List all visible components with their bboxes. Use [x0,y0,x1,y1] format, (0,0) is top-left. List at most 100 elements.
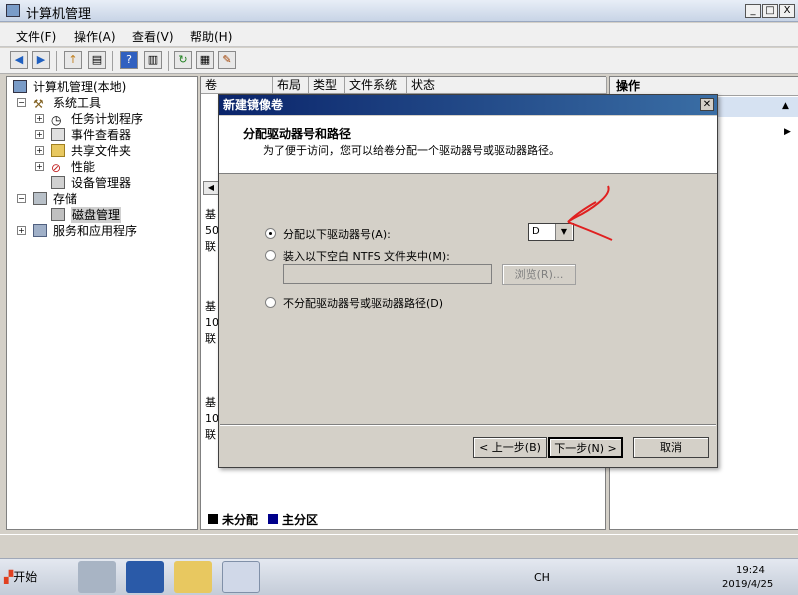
services-icon [33,224,47,237]
powershell-icon[interactable] [126,561,164,593]
wizard-subtitle: 为了便于访问，您可以给卷分配一个驱动器号或驱动器路径。 [263,144,560,157]
scroll-left-icon[interactable]: ◀ [203,181,219,195]
console-tree: 计算机管理(本地) − ⚒ 系统工具 + ◷ 任务计划程序 + 事件查看器 + … [6,76,198,530]
red-annotation-arrow [567,185,613,241]
tree-label: 磁盘管理 [71,207,122,223]
clock-time[interactable]: 19:24 [736,565,765,576]
taskbar: ▞开始 CH 19:24 2019/4/25 [0,558,798,595]
primary-swatch [268,514,278,524]
tree-label: 计算机管理(本地) [33,80,127,94]
tools-icon: ⚒ [33,97,44,111]
back-button[interactable]: < 上一步(B) [473,437,547,458]
column-status[interactable]: 状态 [407,77,607,94]
browse-button[interactable]: 浏览(R)... [502,264,576,285]
tree-label: 性能 [71,160,96,174]
menu-view[interactable]: 查看(V) [132,28,174,45]
clock-icon: ◷ [51,113,62,127]
event-viewer-icon [51,128,65,141]
properties-icon[interactable]: ▦ [196,51,214,69]
menu-file[interactable]: 文件(F) [16,28,56,45]
disk-row[interactable]: 基 50 联 [205,207,219,255]
disk-status: 联 [205,240,216,253]
menu-help[interactable]: 帮助(H) [190,28,232,45]
storage-icon [33,192,47,205]
start-button[interactable]: ▞开始 [4,565,52,589]
expand-icon[interactable]: + [35,146,44,155]
back-arrow-icon[interactable]: ◀ [10,51,28,69]
disk-size: 50 [205,224,219,237]
dialog-title: 新建镜像卷 [223,98,284,112]
tree-label: 服务和应用程序 [53,224,138,238]
action-pane-icon[interactable]: ▥ [144,51,162,69]
tree-label: 系统工具 [53,96,102,110]
expand-icon[interactable]: + [35,162,44,171]
drive-letter-value: D [532,226,540,237]
explorer-icon[interactable] [174,561,212,593]
refresh-icon[interactable]: ↻ [174,51,192,69]
column-type[interactable]: 类型 [309,77,345,94]
disk-label: 基 [205,300,216,313]
wizard-header: 分配驱动器号和路径 为了便于访问，您可以给卷分配一个驱动器号或驱动器路径。 [219,116,717,174]
tree-label: 共享文件夹 [71,144,132,158]
disk-label: 基 [205,396,216,409]
tree-label: 存储 [53,192,78,206]
tree-label: 任务计划程序 [71,112,144,126]
dialog-separator [220,424,716,426]
expand-icon[interactable]: + [17,226,26,235]
collapse-icon[interactable]: − [17,194,26,203]
minimize-button[interactable]: _ [745,4,761,18]
disk-status: 联 [205,332,216,345]
unallocated-swatch [208,514,218,524]
disk-size: 10 [205,316,219,329]
menu-action[interactable]: 操作(A) [74,28,116,45]
disk-row[interactable]: 基 10 联 [205,299,219,347]
cancel-button[interactable]: 取消 [633,437,709,458]
no-letter-label[interactable]: 不分配驱动器号或驱动器路径(D) [283,295,443,311]
folder-icon [51,144,65,157]
disk-status: 联 [205,428,216,441]
computer-icon [13,80,27,93]
more-actions-icon[interactable]: ▶ [784,127,791,137]
next-button[interactable]: 下一步(N) > [548,437,623,458]
expand-icon[interactable]: + [35,130,44,139]
column-volume[interactable]: 卷 [201,77,273,94]
dialog-title-bar: 新建镜像卷 ✕ [219,95,717,115]
help-icon[interactable]: ? [120,51,138,69]
assign-letter-label[interactable]: 分配以下驱动器号(A): [283,226,391,242]
new-mirrored-volume-dialog: 新建镜像卷 ✕ 分配驱动器号和路径 为了便于访问，您可以给卷分配一个驱动器号或驱… [218,94,718,468]
server-manager-icon[interactable] [78,561,116,593]
status-bar [0,534,798,556]
toolbar-separator [56,51,57,71]
collapse-arrow-icon[interactable]: ▲ [782,101,789,111]
console-tree-icon[interactable]: ▤ [88,51,106,69]
assign-letter-radio[interactable] [265,228,276,239]
legend-unallocated: 未分配 [222,513,259,527]
folder-path-input[interactable] [283,264,492,284]
collapse-icon[interactable]: − [17,98,26,107]
dialog-close-icon[interactable]: ✕ [700,98,714,111]
language-indicator[interactable]: CH [534,571,550,584]
disk-label: 基 [205,208,216,221]
clock-date[interactable]: 2019/4/25 [722,579,773,590]
disk-row[interactable]: 基 10 联 [205,395,219,443]
export-icon[interactable]: ✎ [218,51,236,69]
performance-icon: ⊘ [51,161,62,175]
computer-management-taskbar-icon[interactable] [222,561,260,593]
maximize-button[interactable]: □ [762,4,778,18]
window-title: 计算机管理 [26,7,92,22]
forward-arrow-icon[interactable]: ▶ [32,51,50,69]
up-folder-icon[interactable]: ↑ [64,51,82,69]
tree-label: 事件查看器 [71,128,132,142]
menu-bar: 文件(F) 操作(A) 查看(V) 帮助(H) [0,23,798,47]
computer-management-icon [6,4,20,17]
column-filesystem[interactable]: 文件系统 [345,77,407,94]
toolbar-separator [112,51,113,71]
tree-label: 设备管理器 [71,176,132,190]
mount-folder-label[interactable]: 装入以下空白 NTFS 文件夹中(M): [283,248,450,264]
no-letter-radio[interactable] [265,297,276,308]
expand-icon[interactable]: + [35,114,44,123]
device-manager-icon [51,176,65,189]
mount-folder-radio[interactable] [265,250,276,261]
close-button[interactable]: X [779,4,795,18]
column-layout[interactable]: 布局 [273,77,309,94]
